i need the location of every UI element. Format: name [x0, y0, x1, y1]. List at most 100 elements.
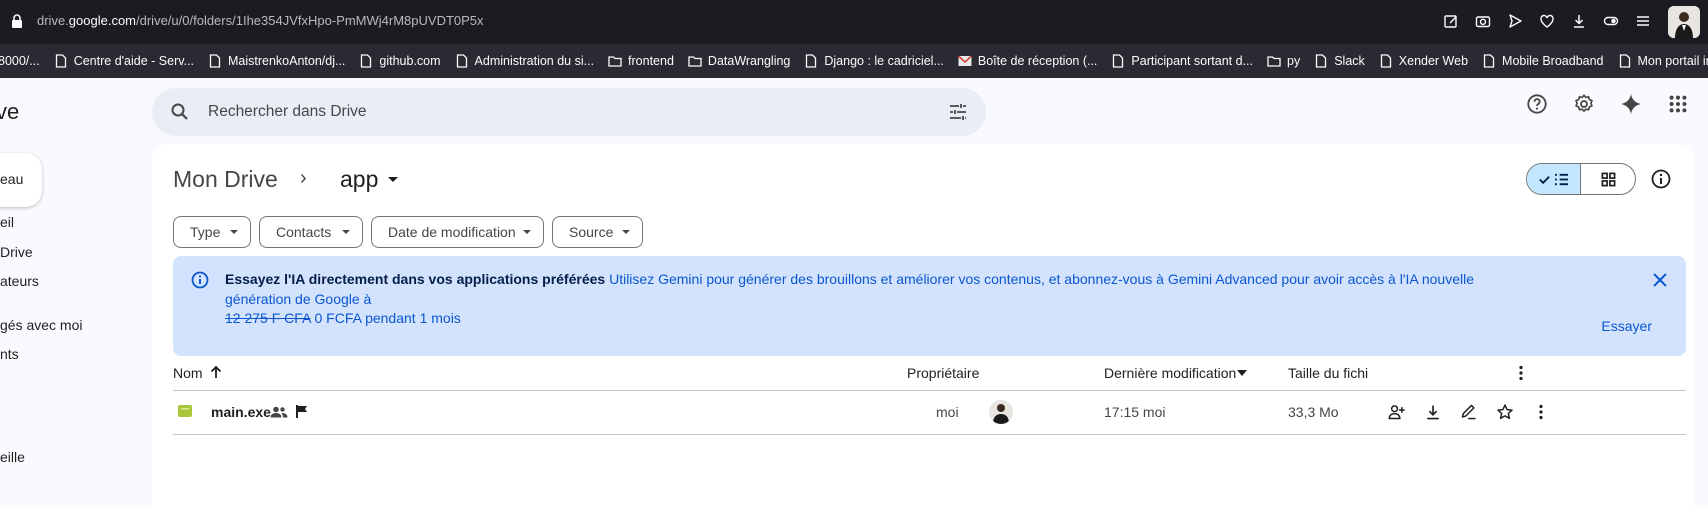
- sidebar-item-shared-with-me[interactable]: gés avec moi: [0, 317, 82, 333]
- details-info-icon[interactable]: [1650, 168, 1672, 190]
- profile-avatar[interactable]: [1668, 6, 1700, 38]
- page-icon: [806, 54, 817, 68]
- bookmark-label: github.com: [379, 54, 441, 68]
- column-header-owner[interactable]: Propriétaire: [907, 365, 979, 381]
- banner-offer: 0 FCFA pendant 1 mois: [314, 310, 461, 326]
- bookmark-label: Django : le cadriciel...: [824, 54, 944, 68]
- file-modified: 17:15 moi: [1104, 404, 1166, 420]
- bookmark-item[interactable]: py: [1267, 54, 1300, 68]
- bookmark-label: DataWrangling: [707, 54, 791, 68]
- sort-caret-icon[interactable]: [1237, 370, 1247, 376]
- filter-type-chip[interactable]: Type: [173, 216, 251, 248]
- drive-page: ve eau eil Drive ateurs gés avec moi nts…: [0, 78, 1708, 508]
- bookmark-item[interactable]: Xender Web: [1379, 54, 1468, 68]
- camera-icon[interactable]: [1474, 12, 1492, 30]
- filter-date-chip[interactable]: Date de modification: [371, 216, 544, 248]
- sort-ascending-arrow-icon[interactable]: [208, 364, 224, 380]
- sidebar-item-my-drive[interactable]: Drive: [0, 244, 33, 260]
- settings-gear-icon[interactable]: [1572, 92, 1596, 116]
- share-person-add-icon[interactable]: [1386, 401, 1408, 423]
- page-icon: [1380, 54, 1391, 68]
- page-icon: [55, 54, 66, 68]
- bookmark-item[interactable]: Boîte de réception (...: [957, 54, 1098, 68]
- help-icon[interactable]: [1525, 92, 1549, 116]
- lock-icon: [12, 14, 22, 28]
- download-icon[interactable]: [1570, 12, 1588, 30]
- url-field[interactable]: drive.google.com/drive/u/0/folders/1Ihe3…: [37, 13, 484, 28]
- bookmark-label: py: [1287, 54, 1301, 68]
- grid-view-button[interactable]: [1581, 164, 1635, 194]
- page-icon: [1483, 54, 1495, 68]
- file-size: 33,3 Mo: [1288, 404, 1339, 420]
- drive-logo-text: ve: [0, 99, 20, 124]
- bookmark-item[interactable]: github.com: [359, 54, 441, 68]
- search-input[interactable]: Rechercher dans Drive: [208, 103, 367, 121]
- filter-options-icon[interactable]: [948, 102, 968, 122]
- bookmark-item[interactable]: frontend: [608, 54, 674, 68]
- new-button[interactable]: eau: [0, 153, 42, 207]
- bookmark-item[interactable]: Participant sortant d...: [1111, 54, 1253, 68]
- bookmark-item[interactable]: Django : le cadriciel...: [804, 54, 944, 68]
- apps-grid-icon[interactable]: [1666, 92, 1690, 116]
- bookmark-label: Centre d'aide - Serv...: [73, 54, 194, 68]
- file-name[interactable]: main.exe: [211, 404, 271, 420]
- bookmark-item[interactable]: 8000/...: [0, 54, 40, 68]
- rename-pencil-icon[interactable]: [1458, 401, 1480, 423]
- breadcrumb-root[interactable]: Mon Drive: [173, 166, 278, 193]
- search-icon[interactable]: [170, 102, 190, 122]
- info-icon: [191, 271, 209, 289]
- view-toggle[interactable]: [1526, 163, 1636, 195]
- bookmark-label: Xender Web: [1398, 54, 1469, 68]
- folder-icon: [688, 56, 702, 67]
- heart-icon[interactable]: [1538, 12, 1556, 30]
- column-header-modified[interactable]: Dernière modification: [1104, 365, 1236, 381]
- try-button[interactable]: Essayer: [1601, 318, 1652, 334]
- breadcrumb-current[interactable]: app: [340, 166, 378, 193]
- bookmark-item[interactable]: MaistrenkoAnton/dj...: [208, 54, 345, 68]
- filter-source-chip[interactable]: Source: [552, 216, 643, 248]
- more-vert-icon[interactable]: [1530, 401, 1552, 423]
- folder-menu-caret-icon[interactable]: [388, 177, 398, 182]
- header-divider: [173, 390, 1686, 391]
- bookmark-label: Participant sortant d...: [1131, 54, 1253, 68]
- bookmark-label: Boîte de réception (...: [977, 54, 1098, 68]
- sidebar-item-computers[interactable]: ateurs: [0, 273, 39, 289]
- page-icon: [1316, 54, 1327, 68]
- bookmark-item[interactable]: Slack: [1314, 54, 1365, 68]
- shared-people-icon: [270, 406, 288, 418]
- send-icon[interactable]: [1506, 12, 1524, 30]
- page-icon: [456, 54, 467, 68]
- gemini-sparkle-icon[interactable]: [1619, 92, 1643, 116]
- gemini-promo-banner: Essayez l'IA directement dans vos applic…: [173, 256, 1686, 356]
- banner-title: Essayez l'IA directement dans vos applic…: [225, 271, 606, 287]
- column-header-name[interactable]: Nom: [173, 365, 203, 381]
- sidebar-item-trash[interactable]: eille: [0, 449, 25, 465]
- sidebar-item-home[interactable]: eil: [0, 214, 14, 230]
- search-bar[interactable]: Rechercher dans Drive: [152, 88, 986, 136]
- chevron-down-icon: [230, 230, 238, 234]
- bookmark-item[interactable]: Mon portail internet: [1618, 54, 1708, 68]
- page-icon: [361, 54, 372, 68]
- more-vert-icon[interactable]: [1512, 364, 1530, 382]
- close-icon[interactable]: [1650, 270, 1670, 290]
- list-view-button[interactable]: [1527, 164, 1582, 194]
- bookmark-item[interactable]: Administration du si...: [455, 54, 594, 68]
- toggle-icon[interactable]: [1602, 12, 1620, 30]
- bookmark-label: MaistrenkoAnton/dj...: [227, 54, 346, 68]
- browser-url-bar: drive.google.com/drive/u/0/folders/1Ihe3…: [0, 0, 1708, 44]
- bookmark-item[interactable]: Mobile Broadband: [1482, 54, 1604, 68]
- bookmark-item[interactable]: DataWrangling: [688, 54, 790, 68]
- edit-icon[interactable]: [1442, 12, 1460, 30]
- page-icon: [209, 54, 221, 68]
- bookmark-label: 8000/...: [0, 54, 40, 68]
- owner-avatar: [989, 400, 1013, 424]
- download-icon[interactable]: [1422, 401, 1444, 423]
- file-list-panel: Mon Drive › app Type Contacts Date de mo…: [152, 144, 1694, 508]
- menu-icon[interactable]: [1634, 12, 1652, 30]
- bookmark-label: Slack: [1334, 54, 1365, 68]
- sidebar-item-recent[interactable]: nts: [0, 346, 19, 362]
- star-icon[interactable]: [1494, 401, 1516, 423]
- bookmark-item[interactable]: Centre d'aide - Serv...: [54, 54, 194, 68]
- filter-contacts-chip[interactable]: Contacts: [259, 216, 363, 248]
- column-header-size[interactable]: Taille du fichi: [1288, 365, 1368, 381]
